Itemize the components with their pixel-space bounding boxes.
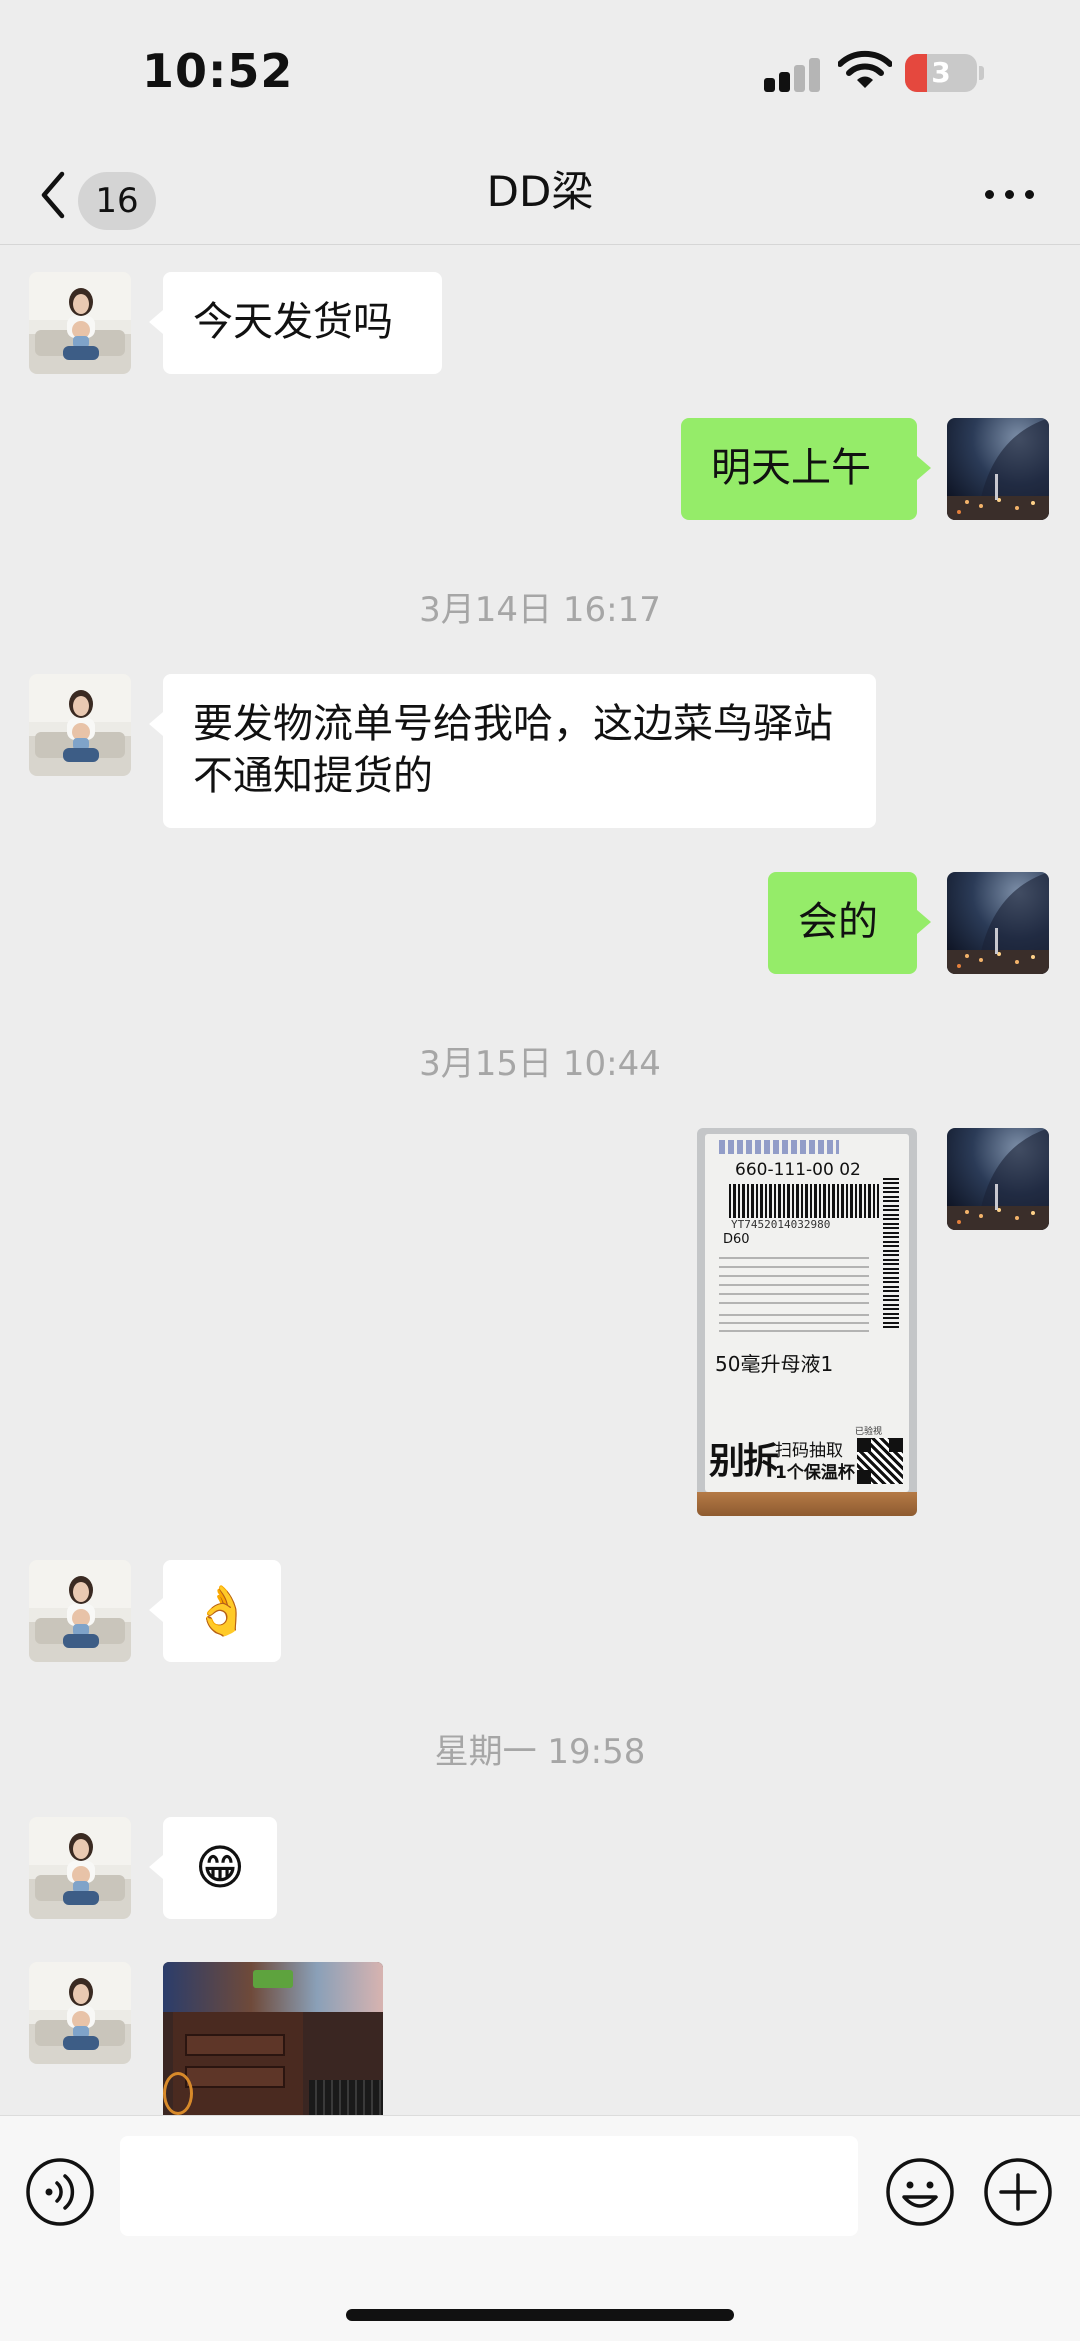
message-timestamp: 3月14日 16:17 (419, 590, 661, 630)
my-avatar[interactable] (947, 872, 1049, 974)
handwritten-product-note: 50毫升母液1 (715, 1352, 834, 1376)
recipient-info-print (719, 1254, 869, 1304)
contact-avatar[interactable] (29, 272, 131, 374)
plus-icon[interactable] (983, 2157, 1053, 2227)
photo-drawer (185, 2066, 285, 2088)
contact-avatar[interactable] (29, 1560, 131, 1662)
promo-cup-line: 1个保温杯 (775, 1463, 855, 1483)
promo-do-not-tear: 别拆 (709, 1441, 779, 1482)
battery-level: 3 (931, 56, 951, 89)
side-barcode (883, 1178, 899, 1328)
my-avatar[interactable] (947, 1128, 1049, 1230)
sender-info-print (719, 1310, 869, 1332)
label-header-print (719, 1140, 839, 1154)
label-code: 660-111-00 02 (735, 1160, 861, 1180)
cellular-signal-icon (764, 56, 822, 92)
chevron-left-icon[interactable] (38, 170, 68, 220)
status-bar: 10:52 3 (0, 0, 1080, 140)
message-bubble-outgoing[interactable]: 会的 (768, 872, 931, 974)
tracking-number: YT7452014032980 (731, 1218, 831, 1231)
qr-code (857, 1438, 903, 1484)
barcode (729, 1184, 879, 1218)
message-input[interactable] (120, 2136, 858, 2236)
input-bar (0, 2115, 1080, 2341)
voice-icon[interactable] (25, 2157, 95, 2227)
wifi-icon (838, 50, 892, 88)
photo-cable (163, 2072, 193, 2115)
home-indicator[interactable] (346, 2309, 734, 2321)
photo-message[interactable] (163, 1962, 383, 2115)
shipping-label-photo[interactable]: 660-111-00 02 YT7452014032980 D60 50毫升母液… (697, 1128, 917, 1516)
emoji-message[interactable]: 😁 (149, 1817, 277, 1919)
inspected-stamp: 已验视 (855, 1427, 883, 1437)
my-avatar[interactable] (947, 418, 1049, 520)
message-timestamp: 星期一 19:58 (434, 1732, 646, 1772)
more-dots-icon[interactable] (985, 188, 1035, 202)
unread-count-badge[interactable]: 16 (78, 172, 156, 230)
wood-table-edge (697, 1492, 917, 1516)
contact-avatar[interactable] (29, 1962, 131, 2064)
chat-title: DD梁 (486, 167, 594, 216)
contact-avatar[interactable] (29, 674, 131, 776)
route-code: D60 (723, 1232, 750, 1247)
contact-avatar[interactable] (29, 1817, 131, 1919)
message-bubble-incoming[interactable]: 今天发货吗 (149, 272, 442, 374)
shipping-label: 660-111-00 02 YT7452014032980 D60 50毫升母液… (705, 1134, 909, 1492)
battery-icon: 3 (905, 54, 984, 92)
chat-header: 16 DD梁 (0, 140, 1080, 245)
photo-keyboard (309, 2080, 383, 2115)
photo-drawer (185, 2034, 285, 2056)
status-time: 10:52 (142, 44, 294, 98)
message-bubble-incoming[interactable]: 要发物流单号给我哈，这边菜鸟驿站不通知提货的 (149, 674, 876, 828)
emoji-icon[interactable] (885, 2157, 955, 2227)
message-timestamp: 3月15日 10:44 (419, 1044, 661, 1084)
photo-green-object (253, 1970, 293, 1988)
emoji-message[interactable]: 👌 (149, 1560, 281, 1662)
message-bubble-outgoing[interactable]: 明天上午 (681, 418, 931, 520)
photo-drawer-unit (173, 2012, 303, 2115)
